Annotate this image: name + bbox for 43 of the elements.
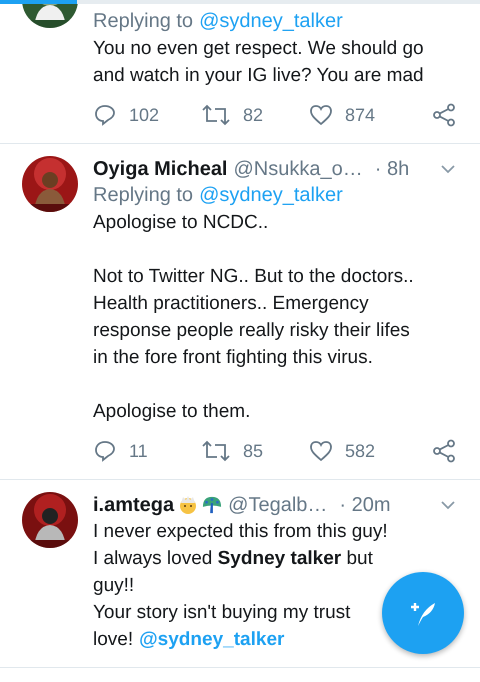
tweet-text: and watch in your IG live? You are mad <box>93 64 424 88</box>
user-name[interactable]: Oyiga Micheal <box>93 158 228 180</box>
like-count: 582 <box>345 440 376 462</box>
like-count: 874 <box>345 104 376 126</box>
peacock-emoji-icon <box>202 495 222 515</box>
mention-link[interactable]: @sydney_talker <box>199 184 343 206</box>
chevron-down-icon[interactable] <box>440 164 456 174</box>
compose-button[interactable] <box>382 572 464 654</box>
tweet-text: in the fore front fighting this virus. <box>93 346 373 370</box>
retweet-icon[interactable] <box>201 439 231 463</box>
user-handle[interactable]: @Tegalb… <box>228 494 328 516</box>
tweet-text: response people really risky their lifes <box>93 319 410 343</box>
timestamp: · 8h <box>374 158 410 180</box>
tweet-text: Apologise to them. <box>93 400 250 424</box>
timestamp: · 20m <box>339 494 391 516</box>
mention-link[interactable]: @sydney_talker <box>139 629 284 650</box>
tweet-text: I always loved Sydney talker but <box>93 547 373 571</box>
retweet-count: 85 <box>243 440 264 462</box>
retweet-icon[interactable] <box>201 103 231 127</box>
tweet-text: Your story isn't buying my trust <box>93 601 350 625</box>
tweet-text: Apologise to NCDC.. <box>93 211 268 235</box>
mention-link[interactable]: @sydney_talker <box>199 10 343 32</box>
reply-icon[interactable] <box>93 439 117 463</box>
reply-count: 11 <box>129 440 148 462</box>
user-name[interactable]: i.amtega <box>93 494 174 516</box>
tweet-text: love! <box>93 629 134 650</box>
share-icon[interactable] <box>432 103 456 127</box>
reply-count: 102 <box>129 104 160 126</box>
replying-label: Replying to <box>93 184 194 206</box>
reply-icon[interactable] <box>93 103 117 127</box>
replying-label: Replying to <box>93 10 194 32</box>
user-handle[interactable]: @Nsukka_o… <box>234 158 363 180</box>
retweet-count: 82 <box>243 104 264 126</box>
prince-emoji-icon <box>178 495 198 515</box>
tweet-text: Health practitioners.. Emergency <box>93 292 369 316</box>
tweet-text: guy!! <box>93 574 134 598</box>
tweet-text: Not to Twitter NG.. But to the doctors.. <box>93 265 414 289</box>
heart-icon[interactable] <box>309 103 333 127</box>
heart-icon[interactable] <box>309 439 333 463</box>
chevron-down-icon[interactable] <box>440 500 456 510</box>
tweet-text: I never expected this from this guy! <box>93 520 388 544</box>
share-icon[interactable] <box>432 439 456 463</box>
tweet-text: You no even get respect. We should go <box>93 37 424 61</box>
